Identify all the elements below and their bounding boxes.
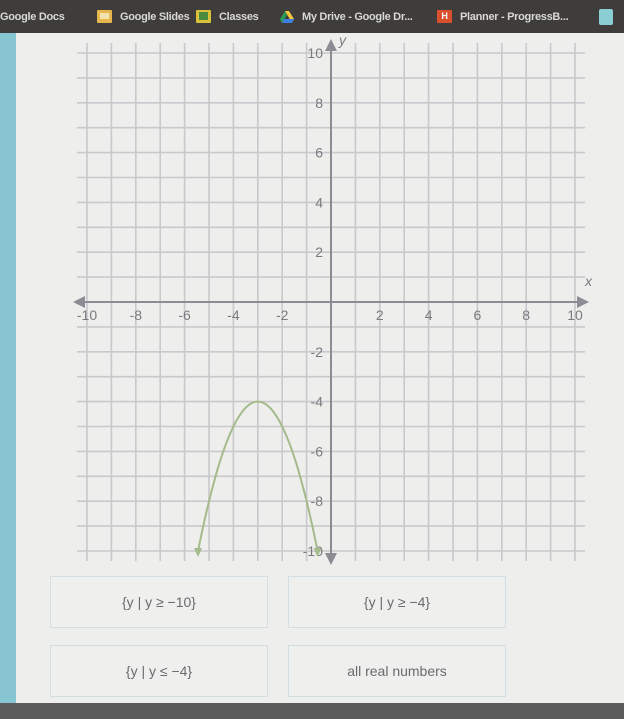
y-tick-label: 2 bbox=[315, 244, 323, 260]
x-tick-label: -8 bbox=[130, 307, 143, 323]
y-tick-label: -8 bbox=[311, 493, 324, 509]
y-tick-label: 10 bbox=[307, 45, 323, 61]
x-tick-label: 4 bbox=[425, 307, 433, 323]
y-axis-label: y bbox=[338, 32, 347, 48]
answer-choice-all-real-numbers[interactable]: all real numbers bbox=[288, 645, 506, 697]
x-axis-label: x bbox=[584, 273, 593, 289]
choice-label: all real numbers bbox=[347, 663, 447, 679]
x-tick-label: 10 bbox=[567, 307, 583, 323]
x-tick-label: 6 bbox=[474, 307, 482, 323]
y-axis-bottom-arrow bbox=[325, 553, 337, 565]
x-tick-label: 2 bbox=[376, 307, 384, 323]
y-tick-label: -4 bbox=[311, 394, 324, 410]
parabola-left-arrow bbox=[194, 548, 203, 558]
answer-choice-y-ge-neg4[interactable]: {y | y ≥ −4} bbox=[288, 576, 506, 628]
answer-choice-y-ge-neg10[interactable]: {y | y ≥ −10} bbox=[50, 576, 268, 628]
x-tick-label: -10 bbox=[77, 307, 97, 323]
x-tick-label: 8 bbox=[522, 307, 530, 323]
x-tick-label: -2 bbox=[276, 307, 289, 323]
choice-label: {y | y ≥ −4} bbox=[363, 594, 431, 610]
y-tick-label: 8 bbox=[315, 95, 323, 111]
x-tick-label: -4 bbox=[227, 307, 240, 323]
answer-choice-y-le-neg4[interactable]: {y | y ≤ −4} bbox=[50, 645, 268, 697]
y-axis-top-arrow bbox=[325, 39, 337, 51]
bottom-bar bbox=[0, 703, 624, 719]
axes: xy bbox=[73, 32, 593, 565]
y-tick-label: 6 bbox=[315, 145, 323, 161]
choice-label: {y | y ≤ −4} bbox=[125, 663, 193, 679]
y-tick-label: -6 bbox=[311, 443, 324, 459]
x-tick-label: -6 bbox=[178, 307, 191, 323]
y-tick-label: -2 bbox=[311, 344, 324, 360]
y-tick-label: 4 bbox=[315, 194, 323, 210]
choice-label: {y | y ≥ −10} bbox=[122, 594, 196, 610]
